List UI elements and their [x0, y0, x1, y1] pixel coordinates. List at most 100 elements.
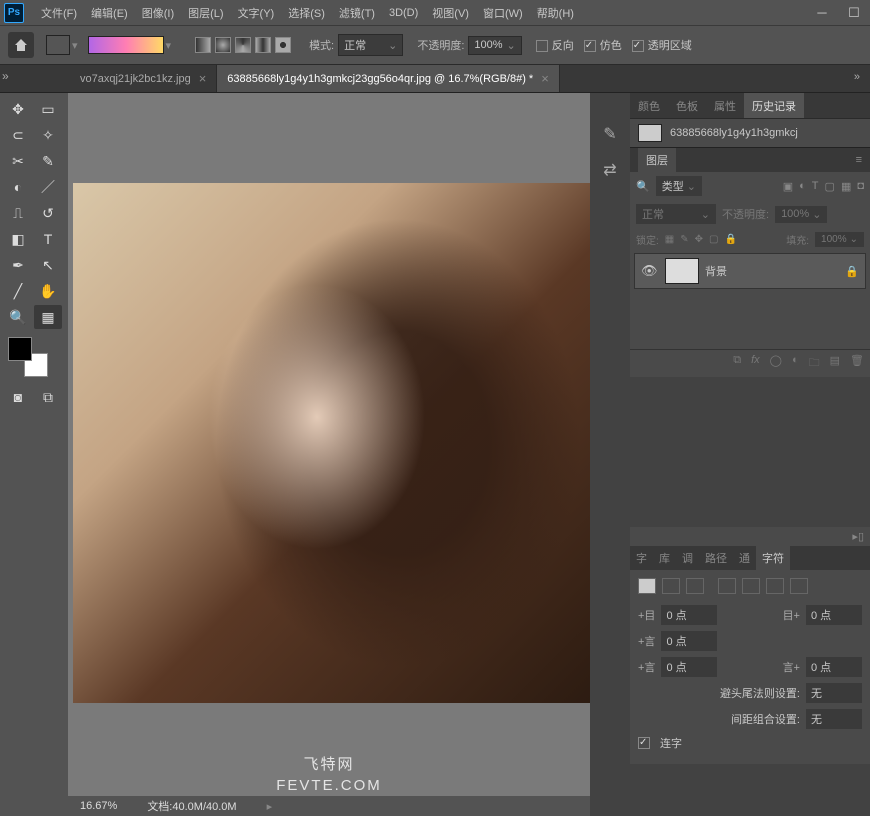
lock-all-icon[interactable]: 🔒: [724, 234, 736, 245]
foreground-color[interactable]: [8, 337, 32, 361]
menu-filter[interactable]: 滤镜(T): [332, 5, 382, 21]
reverse-checkbox[interactable]: [536, 40, 548, 52]
window-minimize-icon[interactable]: ─: [806, 0, 838, 25]
layer-name[interactable]: 背景: [705, 263, 727, 279]
filter-smart-icon[interactable]: ▦: [841, 180, 851, 193]
tab-color[interactable]: 颜色: [630, 93, 668, 118]
screenmode-icon[interactable]: ⧉: [34, 385, 62, 409]
menu-help[interactable]: 帮助(H): [530, 5, 581, 21]
pen-tool-icon[interactable]: ✒: [4, 253, 32, 277]
path-select-tool-icon[interactable]: ↖: [34, 253, 62, 277]
space-after-field[interactable]: 0 点: [806, 657, 862, 677]
filter-shape-icon[interactable]: ▢: [825, 180, 835, 193]
brush-panel-icon[interactable]: ✎: [599, 123, 621, 145]
lock-artboard-icon[interactable]: ▢: [709, 234, 718, 245]
window-maximize-icon[interactable]: ☐: [838, 0, 870, 25]
tab-paths[interactable]: 路径: [699, 546, 733, 570]
overflow-tabs-icon[interactable]: »: [844, 65, 870, 92]
tool-preset[interactable]: [46, 35, 70, 55]
dropdown-icon[interactable]: ▾: [72, 39, 78, 52]
tab-properties[interactable]: 属性: [706, 93, 744, 118]
tab-chan[interactable]: 通: [733, 546, 756, 570]
tab-char[interactable]: 字: [630, 546, 653, 570]
line-tool-icon[interactable]: ╱: [4, 279, 32, 303]
opacity-field[interactable]: 100%⌄: [468, 36, 521, 55]
filter-adjust-icon[interactable]: ◐: [799, 180, 806, 193]
stamp-tool-icon[interactable]: ⎍: [4, 201, 32, 225]
eraser-tool-icon[interactable]: ◧: [4, 227, 32, 251]
magic-wand-tool-icon[interactable]: ✧: [34, 123, 62, 147]
menu-window[interactable]: 窗口(W): [476, 5, 530, 21]
gradient-reflected-icon[interactable]: [255, 37, 271, 53]
space-before-field[interactable]: 0 点: [661, 657, 717, 677]
eyedropper-tool-icon[interactable]: ✎: [34, 149, 62, 173]
document-tab[interactable]: 63885668ly1g4y1h3gmkcj23gg56o4qr.jpg @ 1…: [217, 65, 560, 92]
lock-pixels-icon[interactable]: ▦: [665, 234, 674, 245]
history-state[interactable]: 63885668ly1g4y1h3gmkcj: [630, 119, 870, 147]
tab-history[interactable]: 历史记录: [744, 93, 804, 118]
kinsoku-select[interactable]: 无: [806, 683, 862, 703]
marquee-tool-icon[interactable]: ▭: [34, 97, 62, 121]
align-left-icon[interactable]: [638, 578, 656, 594]
move-tool-icon[interactable]: ✥: [4, 97, 32, 121]
menu-layer[interactable]: 图层(L): [181, 5, 230, 21]
trash-icon[interactable]: 🗑: [850, 354, 864, 373]
doc-info[interactable]: 文档:40.0M/40.0M: [147, 798, 236, 814]
lock-position-icon[interactable]: ✥: [695, 234, 703, 245]
close-icon[interactable]: ×: [199, 71, 207, 86]
menu-view[interactable]: 视图(V): [425, 5, 476, 21]
menu-type[interactable]: 文字(Y): [231, 5, 282, 21]
adjust-panel-icon[interactable]: ⇄: [599, 159, 621, 181]
layer-fill-field[interactable]: 100%⌄: [815, 232, 864, 247]
gradient-angle-icon[interactable]: [235, 37, 251, 53]
expand-tabs-icon[interactable]: »: [2, 69, 9, 83]
justify-left-icon[interactable]: [718, 578, 736, 594]
dropdown-icon[interactable]: ▾: [166, 39, 172, 52]
close-icon[interactable]: ×: [541, 71, 549, 86]
transparency-checkbox[interactable]: [632, 40, 644, 52]
hyphenate-checkbox[interactable]: [638, 737, 650, 749]
new-layer-icon[interactable]: ▤: [830, 354, 840, 373]
adjustment-layer-icon[interactable]: ◐: [792, 354, 799, 373]
tab-adj[interactable]: 调: [676, 546, 699, 570]
zoom-level[interactable]: 16.67%: [80, 800, 117, 812]
canvas-area[interactable]: 飞特网FEVTE.COM 16.67% 文档:40.0M/40.0M ▸: [68, 93, 590, 816]
mojikumi-select[interactable]: 无: [806, 709, 862, 729]
justify-right-icon[interactable]: [766, 578, 784, 594]
link-layers-icon[interactable]: ⧉: [733, 354, 741, 373]
lasso-tool-icon[interactable]: ⊂: [4, 123, 32, 147]
type-tool-icon[interactable]: T: [34, 227, 62, 251]
info-arrow-icon[interactable]: ▸: [267, 800, 273, 813]
document-canvas[interactable]: [73, 183, 590, 703]
zoom-tool-icon[interactable]: 🔍: [4, 305, 32, 329]
gradient-diamond-icon[interactable]: [275, 37, 291, 53]
first-line-field[interactable]: 0 点: [661, 631, 717, 651]
panel-collapse-icon[interactable]: ▸▯: [630, 527, 870, 546]
align-right-icon[interactable]: [686, 578, 704, 594]
justify-center-icon[interactable]: [742, 578, 760, 594]
menu-3d[interactable]: 3D(D): [382, 7, 425, 19]
layer-row[interactable]: 👁 背景 🔒: [634, 253, 866, 289]
layers-tab[interactable]: 图层: [638, 148, 676, 172]
brush-tool-icon[interactable]: ／: [34, 175, 62, 199]
tab-para[interactable]: 字符: [756, 546, 790, 570]
search-icon[interactable]: 🔍: [636, 180, 650, 193]
menu-image[interactable]: 图像(I): [135, 5, 181, 21]
align-center-icon[interactable]: [662, 578, 680, 594]
crop-tool-icon[interactable]: ✂: [4, 149, 32, 173]
hand-tool-icon[interactable]: ✋: [34, 279, 62, 303]
layer-opacity-field[interactable]: 100%⌄: [775, 206, 827, 223]
group-icon[interactable]: 🗀: [809, 354, 820, 373]
layer-blend-select[interactable]: 正常⌄: [636, 204, 716, 224]
justify-all-icon[interactable]: [790, 578, 808, 594]
gradient-tool-icon[interactable]: ▦: [34, 305, 62, 329]
gradient-radial-icon[interactable]: [215, 37, 231, 53]
color-swatches[interactable]: [8, 337, 48, 377]
menu-file[interactable]: 文件(F): [34, 5, 84, 21]
filter-type-icon[interactable]: T: [812, 180, 819, 193]
filter-pixel-icon[interactable]: ▣: [783, 180, 793, 193]
tab-lib[interactable]: 库: [653, 546, 676, 570]
quickmask-icon[interactable]: ◙: [4, 385, 32, 409]
history-brush-tool-icon[interactable]: ↺: [34, 201, 62, 225]
filter-toggle-icon[interactable]: ◘: [857, 180, 864, 193]
